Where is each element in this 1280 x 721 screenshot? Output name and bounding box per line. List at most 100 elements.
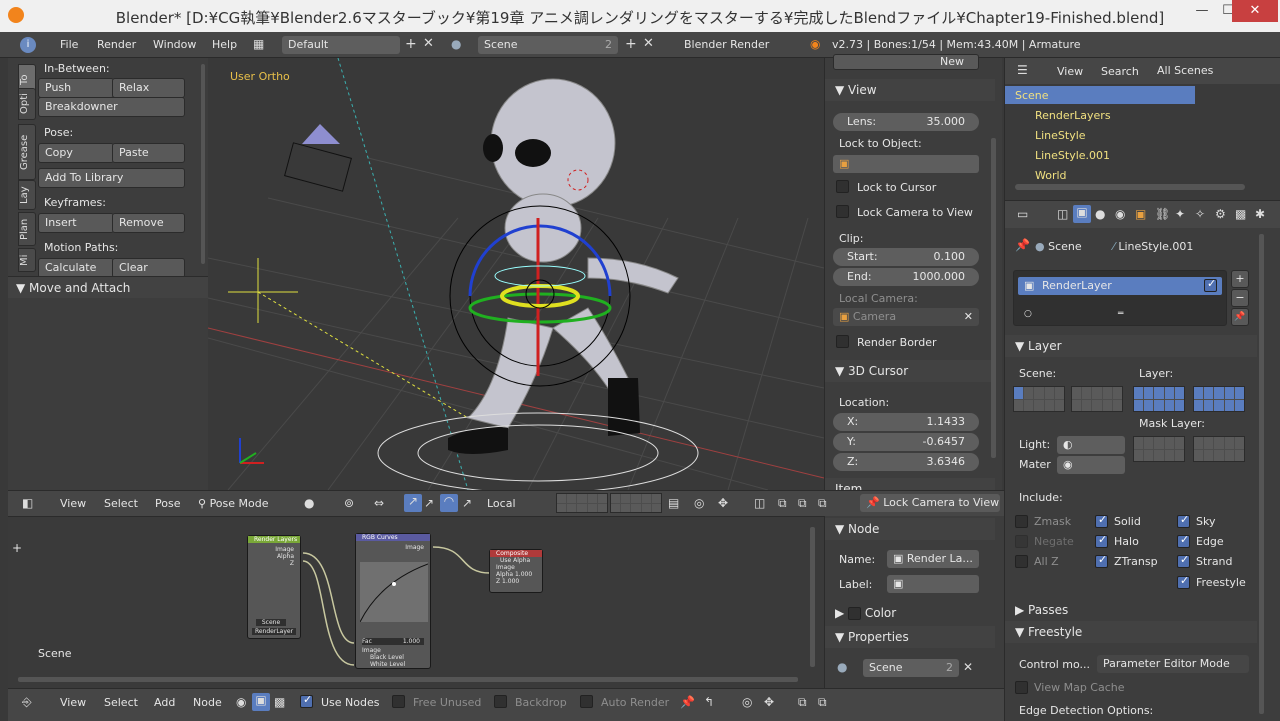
modifiers-tab-icon[interactable]: ✧	[1195, 207, 1205, 221]
outliner-item-renderlayers[interactable]: RenderLayers	[1035, 109, 1111, 122]
freestyle-panel[interactable]: ▼ Freestyle	[1005, 621, 1257, 643]
outliner-filter[interactable]: All Scenes	[1151, 62, 1265, 80]
info-icon[interactable]: i	[20, 37, 36, 53]
insert-keyframe-button[interactable]: Insert	[38, 213, 114, 233]
menu-file[interactable]: File	[60, 38, 78, 51]
shading-icon[interactable]: ●	[304, 496, 314, 510]
push-button[interactable]: Push	[38, 78, 114, 98]
lock-camera-checkbox[interactable]	[836, 205, 849, 218]
node-panel[interactable]: ▼ Node	[825, 518, 995, 540]
tool-shelf-scrollbar[interactable]	[201, 64, 205, 264]
local-camera-field[interactable]: ▣ Camera ✕	[833, 308, 979, 326]
node-scene-field[interactable]: Scene 2	[863, 659, 959, 677]
mask-layers-b[interactable]	[1193, 436, 1245, 462]
render-border-checkbox[interactable]	[836, 335, 849, 348]
light-override-field[interactable]: ◐	[1057, 436, 1125, 454]
paste-nodes-icon[interactable]: ⧉	[818, 695, 827, 710]
copy-nodes-icon[interactable]: ⧉	[798, 695, 807, 710]
node-editor-type-icon[interactable]: ⎆	[22, 695, 32, 710]
scene-layers-b[interactable]	[1071, 386, 1123, 412]
curves-fac-field[interactable]: Fac 1.000	[362, 638, 424, 645]
particles-tab-icon[interactable]: ✱	[1255, 207, 1265, 221]
properties-editor-icon[interactable]: ▭	[1017, 207, 1028, 221]
allz-checkbox[interactable]	[1015, 555, 1028, 568]
comp-use-alpha[interactable]: Use Alpha	[490, 557, 542, 564]
node-label-field[interactable]: ▣	[887, 575, 979, 593]
snap-icon[interactable]: ✥	[718, 496, 728, 510]
calculate-button[interactable]: Calculate	[38, 258, 114, 278]
compositor-nodes-icon[interactable]: ▣	[252, 693, 270, 711]
rgb-curves-node[interactable]: RGB Curves Image Fac 1.000 Image Black Le…	[355, 533, 431, 669]
passes-panel[interactable]: ▶ Passes	[1005, 599, 1257, 621]
backdrop-checkbox[interactable]	[494, 695, 507, 708]
transform-icon[interactable]: ↗	[462, 496, 472, 510]
parent-node-icon[interactable]: ↰	[704, 695, 714, 709]
add-render-layer-button[interactable]: +	[1231, 270, 1249, 288]
outliner-item-linestyle[interactable]: LineStyle	[1035, 129, 1086, 142]
texture-nodes-icon[interactable]: ▩	[274, 695, 285, 709]
render-layer-list[interactable]: ▣ RenderLayer ○ ═	[1013, 270, 1227, 326]
snap-node-icon[interactable]: ◎	[742, 695, 752, 709]
zmask-checkbox[interactable]	[1015, 515, 1028, 528]
node-menu-add[interactable]: Add	[154, 696, 175, 709]
cursor-panel[interactable]: ▼ 3D Cursor	[825, 360, 995, 382]
outliner-editor-icon[interactable]: ☰	[1017, 63, 1028, 77]
texture-tab-icon[interactable]: ▩	[1235, 207, 1246, 221]
relax-button[interactable]: Relax	[112, 78, 185, 98]
render-layers-a[interactable]	[1133, 386, 1185, 412]
pin-node-icon[interactable]: 📌	[680, 695, 695, 709]
node-color-checkbox[interactable]	[848, 607, 862, 620]
pin-render-layer-button[interactable]: 📌	[1231, 308, 1249, 326]
object-tab-icon[interactable]: ▣	[1135, 207, 1146, 221]
add-to-library-button[interactable]: Add To Library	[38, 168, 185, 188]
render-tab-icon[interactable]: ◫	[1057, 207, 1068, 221]
move-attach-panel[interactable]: ▼ Move and Attach	[8, 276, 208, 298]
viewport-3d[interactable]: User Ortho	[208, 58, 824, 490]
outliner-item-linestyle-001[interactable]: LineStyle.001	[1035, 149, 1110, 162]
remove-render-layer-button[interactable]: −	[1231, 289, 1249, 307]
list-filter-icon[interactable]: ○	[1024, 309, 1032, 319]
freestyle-checkbox[interactable]	[1177, 574, 1190, 589]
outliner-scrollbar[interactable]	[1015, 184, 1245, 190]
rotate-icon[interactable]: ↗	[424, 496, 434, 510]
auto-render-checkbox[interactable]	[580, 695, 593, 708]
tab-plan[interactable]: Plan	[18, 212, 36, 246]
translate-icon[interactable]: ↗	[404, 494, 422, 512]
menu-render[interactable]: Render	[97, 38, 136, 51]
world-tab-icon[interactable]: ◉	[1115, 207, 1125, 221]
node-color-panel[interactable]: ▶ Color	[825, 602, 995, 624]
render-layers-node[interactable]: Render Layers Image Alpha Z Scene Render…	[247, 535, 301, 639]
breakdowner-button[interactable]: Breakdowner	[38, 97, 185, 117]
outliner-menu-search[interactable]: Search	[1101, 65, 1139, 78]
node-menu-node[interactable]: Node	[193, 696, 222, 709]
scene-tab-icon[interactable]: ●	[1095, 207, 1105, 221]
screen-layout-icon[interactable]: ▦	[253, 37, 264, 51]
clear-scene-icon[interactable]: ✕	[963, 660, 973, 674]
curve-graph[interactable]	[360, 562, 428, 622]
node-scrollbar-h[interactable]	[18, 677, 798, 682]
remove-keyframe-button[interactable]: Remove	[112, 213, 185, 233]
list-resize-handle[interactable]: ═	[1118, 309, 1123, 319]
mask-layers-a[interactable]	[1133, 436, 1185, 462]
snap-target-icon[interactable]: ✥	[764, 695, 774, 709]
use-nodes-checkbox[interactable]	[300, 693, 313, 708]
constraints-tab-icon[interactable]: ⛓	[1155, 207, 1170, 221]
render-icon[interactable]: ◫	[754, 496, 765, 510]
node-scrollbar-v[interactable]	[810, 527, 815, 667]
scene-icon[interactable]: ●	[451, 37, 461, 51]
lens-field[interactable]: Lens: 35.000	[833, 113, 979, 131]
lock-cursor-checkbox[interactable]	[836, 180, 849, 193]
lock-object-field[interactable]: ▣	[833, 155, 979, 173]
halo-checkbox[interactable]	[1095, 533, 1108, 548]
free-unused-checkbox[interactable]	[392, 695, 405, 708]
composite-node[interactable]: Composite Use Alpha Image Alpha 1.000 Z …	[489, 549, 543, 593]
clear-paths-button[interactable]: Clear	[112, 258, 185, 278]
render-layer-enabled-checkbox[interactable]	[1204, 277, 1217, 292]
node-name-field[interactable]: ▣ Render La...	[887, 550, 979, 568]
editor-type-icon[interactable]: ◧	[22, 496, 33, 510]
render-layers-tab-icon[interactable]: ▣	[1073, 205, 1091, 223]
render-engine-field[interactable]: Blender Render	[678, 36, 800, 54]
negate-checkbox[interactable]	[1015, 535, 1028, 548]
menu-help[interactable]: Help	[212, 38, 237, 51]
material-override-field[interactable]: ◉	[1057, 456, 1125, 474]
